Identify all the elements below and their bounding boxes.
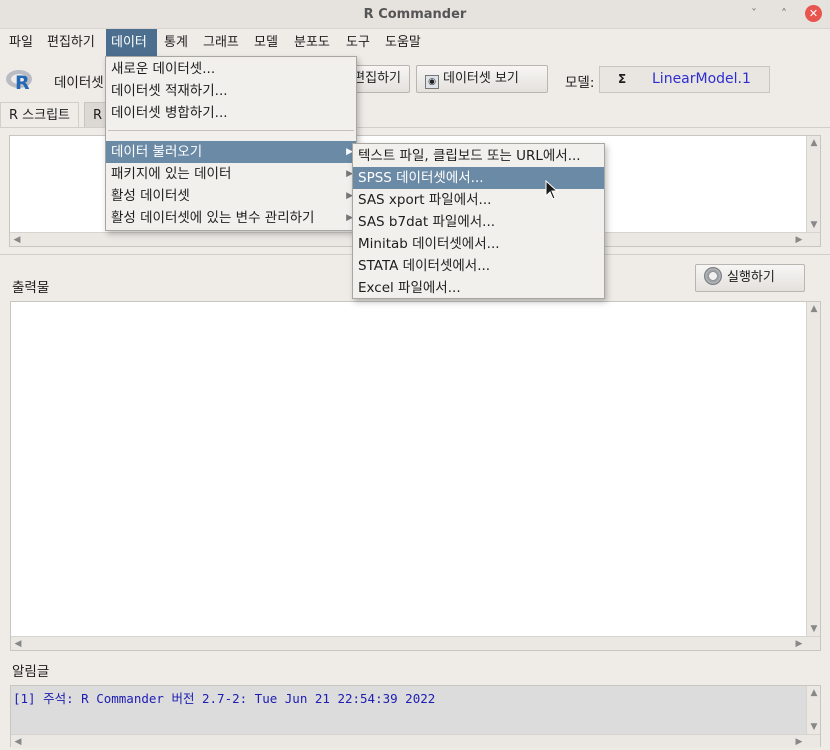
menu-distributions[interactable]: 분포도 xyxy=(289,29,335,56)
model-label: 모델: xyxy=(565,75,595,91)
output-vertical-scrollbar[interactable]: ▲ ▼ xyxy=(806,302,820,636)
menu-item-import-spss[interactable]: SPSS 데이터셋에서... xyxy=(353,167,604,189)
data-in-packages-label: 패키지에 있는 데이터 xyxy=(111,166,232,182)
menu-item-import-minitab[interactable]: Minitab 데이터셋에서... xyxy=(353,233,604,255)
gear-icon xyxy=(704,267,722,285)
menu-file[interactable]: 파일 xyxy=(4,29,38,56)
sigma-icon: Σ xyxy=(618,72,627,86)
model-selector[interactable]: Σ LinearModel.1 xyxy=(599,66,770,93)
close-icon[interactable]: ✕ xyxy=(805,5,822,22)
import-data-label: 데이터 불러오기 xyxy=(111,144,203,160)
menu-item-import-data[interactable]: 데이터 불러오기 ▶ xyxy=(106,141,356,163)
active-dataset-label: 활성 데이터셋 xyxy=(111,188,190,204)
menu-item-manage-variables[interactable]: 활성 데이터셋에 있는 변수 관리하기 ▶ xyxy=(106,207,356,229)
restore-icon[interactable]: ˄ xyxy=(775,5,793,23)
svg-text:R: R xyxy=(15,72,30,94)
view-dataset-label: 데이터셋 보기 xyxy=(443,71,519,86)
run-label: 실행하기 xyxy=(727,270,775,285)
menu-models[interactable]: 모델 xyxy=(249,29,283,56)
menu-item-new-dataset[interactable]: 새로운 데이터셋... xyxy=(106,58,356,80)
minimize-icon[interactable]: ˇ xyxy=(745,5,763,23)
view-dataset-icon: ◉ xyxy=(425,75,439,89)
manage-variables-label: 활성 데이터셋에 있는 변수 관리하기 xyxy=(111,210,315,226)
run-button[interactable]: 실행하기 xyxy=(695,264,805,292)
messages-horizontal-scrollbar[interactable]: ◀ ▶ xyxy=(11,734,820,748)
data-menu-dropdown: 새로운 데이터셋... 데이터셋 적재하기... 데이터셋 병합하기... 데이… xyxy=(105,56,357,231)
menu-item-import-sas-xport[interactable]: SAS xport 파일에서... xyxy=(353,189,604,211)
menu-item-import-stata[interactable]: STATA 데이터셋에서... xyxy=(353,255,604,277)
menu-item-import-sas-b7dat[interactable]: SAS b7dat 파일에서... xyxy=(353,211,604,233)
menu-tools[interactable]: 도구 xyxy=(341,29,375,56)
model-value: LinearModel.1 xyxy=(652,71,751,87)
tab-r-script[interactable]: R 스크립트 xyxy=(0,102,80,128)
r-logo-icon: R xyxy=(6,70,32,94)
menu-graphs[interactable]: 그래프 xyxy=(198,29,244,56)
menu-separator xyxy=(108,130,354,131)
output-horizontal-scrollbar[interactable]: ◀ ▶ xyxy=(11,636,820,650)
output-pane[interactable] xyxy=(10,301,821,651)
menu-help[interactable]: 도움말 xyxy=(380,29,426,56)
menu-item-load-dataset[interactable]: 데이터셋 적재하기... xyxy=(106,80,356,102)
messages-label: 알림글 xyxy=(12,664,50,680)
menu-edit[interactable]: 편집하기 xyxy=(42,29,100,56)
edit-dataset-label: 편집하기 xyxy=(353,71,401,86)
menu-item-active-dataset[interactable]: 활성 데이터셋 ▶ xyxy=(106,185,356,207)
dataset-label: 데이터셋 xyxy=(54,75,104,91)
tab-r-markdown[interactable]: R xyxy=(84,102,106,128)
output-label: 출력물 xyxy=(12,280,50,296)
messages-vertical-scrollbar[interactable]: ▲ ▼ xyxy=(806,686,820,734)
mouse-cursor-icon xyxy=(545,180,559,200)
import-data-submenu: 텍스트 파일, 클립보드 또는 URL에서... SPSS 데이터셋에서... … xyxy=(352,143,605,299)
message-line: [1] 주석: R Commander 버전 2.7-2: Tue Jun 21… xyxy=(13,691,436,706)
menu-item-import-text[interactable]: 텍스트 파일, 클립보드 또는 URL에서... xyxy=(353,145,604,167)
view-dataset-button[interactable]: ◉ 데이터셋 보기 xyxy=(416,65,548,93)
menu-statistics[interactable]: 통계 xyxy=(159,29,193,56)
menu-item-data-in-packages[interactable]: 패키지에 있는 데이터 ▶ xyxy=(106,163,356,185)
script-vertical-scrollbar[interactable]: ▲ ▼ xyxy=(806,136,820,232)
menu-item-import-excel[interactable]: Excel 파일에서... xyxy=(353,277,604,299)
window-title: R Commander xyxy=(363,7,467,22)
menu-data[interactable]: 데이터 xyxy=(106,29,157,56)
menu-bar: 파일 편집하기 데이터 통계 그래프 모델 분포도 도구 도움말 xyxy=(0,29,830,56)
menu-item-merge-datasets[interactable]: 데이터셋 병합하기... xyxy=(106,102,356,124)
